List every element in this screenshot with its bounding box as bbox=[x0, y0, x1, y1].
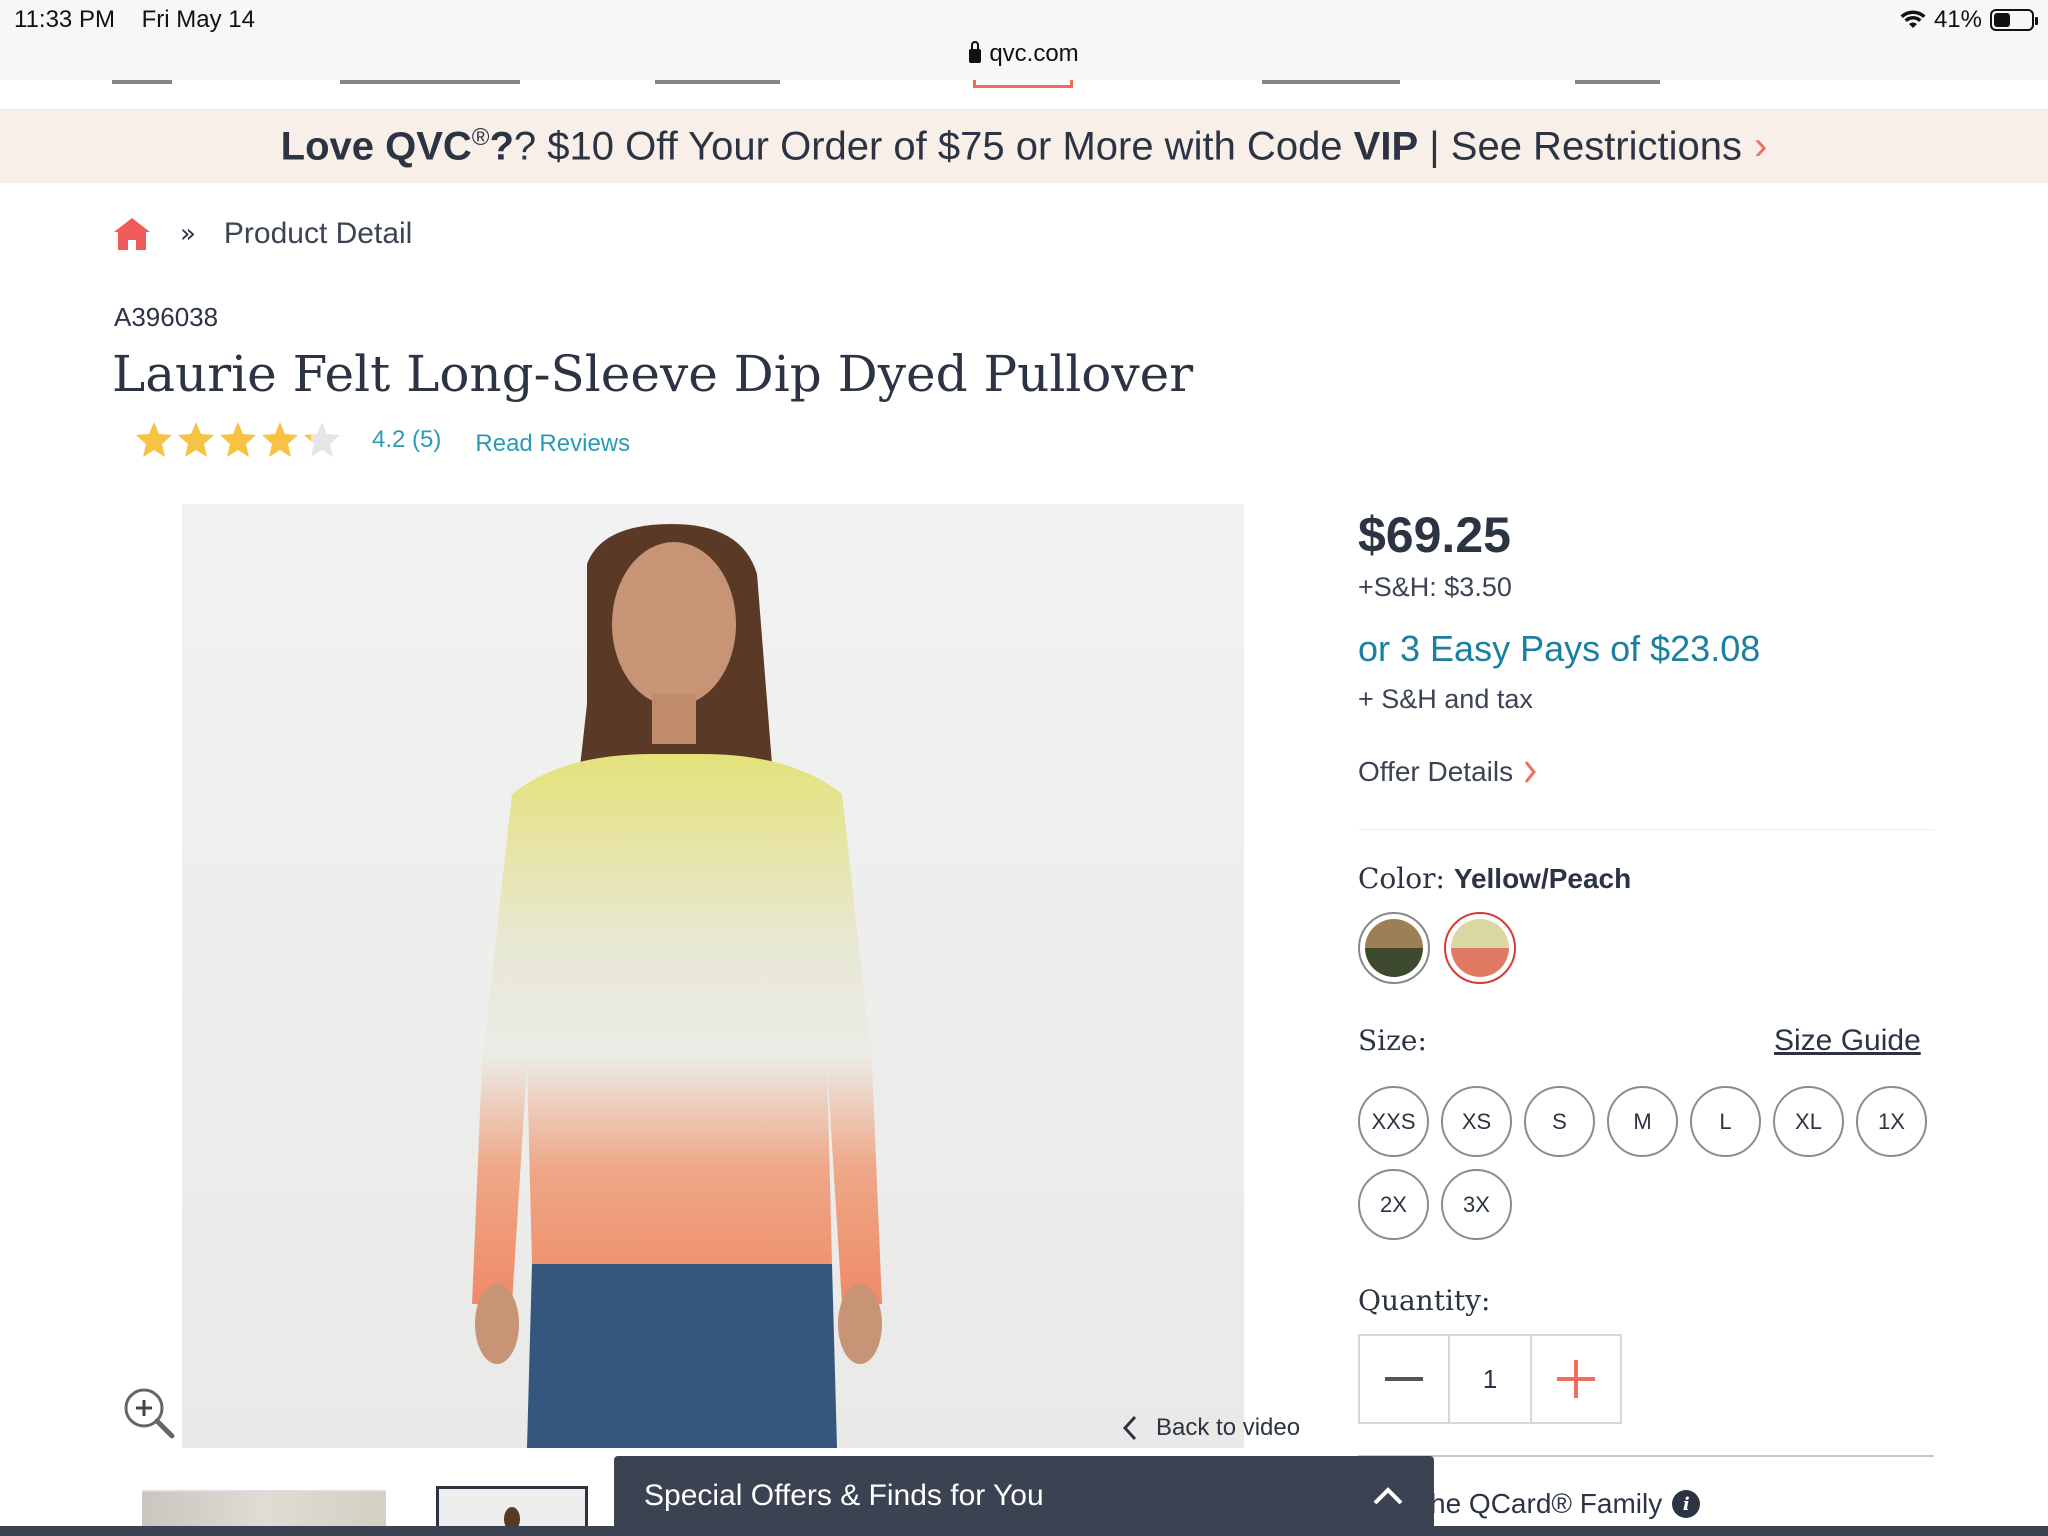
size-guide-link[interactable]: Size Guide bbox=[1774, 1024, 1921, 1058]
star-rating bbox=[134, 420, 342, 460]
plus-icon bbox=[1557, 1360, 1595, 1398]
quantity-label: Quantity: bbox=[1358, 1284, 1491, 1317]
url-bar[interactable]: qvc.com bbox=[0, 40, 2048, 80]
minus-icon bbox=[1385, 1377, 1423, 1381]
increment-button[interactable] bbox=[1532, 1336, 1620, 1422]
breadcrumb-separator: » bbox=[180, 219, 196, 249]
product-rating[interactable]: 4.2 (5) Read Reviews bbox=[134, 420, 630, 460]
url-display[interactable]: qvc.com bbox=[969, 40, 1079, 68]
battery-percent: 41% bbox=[1933, 6, 1982, 33]
product-image[interactable] bbox=[182, 504, 1244, 1448]
offer-details-link[interactable]: Offer Details bbox=[1358, 756, 1537, 788]
special-offers-drawer[interactable]: Special Offers & Finds for You bbox=[614, 1456, 1434, 1536]
nav-active-indicator bbox=[973, 80, 1073, 88]
color-swatch-yellow-peach[interactable] bbox=[1444, 912, 1516, 984]
color-swatch-olive[interactable] bbox=[1358, 912, 1430, 984]
product-sku: A396038 bbox=[114, 302, 219, 332]
bottom-bar bbox=[0, 1526, 2048, 1536]
star-icon bbox=[304, 422, 340, 457]
size-option-3x[interactable]: 3X bbox=[1441, 1169, 1512, 1240]
home-icon[interactable] bbox=[112, 214, 152, 254]
chevron-left-icon bbox=[1122, 1415, 1137, 1441]
size-option-l[interactable]: L bbox=[1690, 1086, 1761, 1157]
battery-icon bbox=[1990, 9, 2038, 31]
back-to-video-label: Back to video bbox=[1156, 1414, 1301, 1441]
star-icon bbox=[136, 422, 172, 457]
size-option-s[interactable]: S bbox=[1524, 1086, 1595, 1157]
model-photo bbox=[472, 524, 882, 1448]
status-right: 41% bbox=[1900, 6, 2038, 34]
color-swatches bbox=[1358, 912, 1516, 984]
top-nav bbox=[0, 80, 2048, 110]
shipping-handling: +S&H: $3.50 bbox=[1358, 572, 1512, 602]
promo-text: Love QVC®?? $10 Off Your Order of $75 or… bbox=[280, 123, 1743, 169]
qcard-label: he QCard® Family bbox=[1430, 1488, 1663, 1519]
date-text: Fri May 14 bbox=[141, 6, 255, 33]
breadcrumb-current: Product Detail bbox=[223, 217, 413, 250]
color-label: Color: Yellow/Peach bbox=[1358, 862, 1632, 895]
quantity-value[interactable]: 1 bbox=[1448, 1336, 1532, 1422]
wifi-icon bbox=[1900, 10, 1926, 28]
product-title: Laurie Felt Long-Sleeve Dip Dyed Pullove… bbox=[112, 345, 1194, 403]
star-icon bbox=[220, 422, 256, 457]
info-icon[interactable]: i bbox=[1672, 1490, 1701, 1518]
size-option-m[interactable]: M bbox=[1607, 1086, 1678, 1157]
read-reviews-link[interactable]: Read Reviews bbox=[475, 430, 630, 458]
size-option-xxs[interactable]: XXS bbox=[1358, 1086, 1429, 1157]
url-text: qvc.com bbox=[989, 40, 1079, 67]
chevron-right-icon: › bbox=[1754, 124, 1768, 168]
divider bbox=[1358, 829, 1934, 830]
size-option-2x[interactable]: 2X bbox=[1358, 1169, 1429, 1240]
selected-color: Yellow/Peach bbox=[1453, 863, 1632, 894]
special-offers-title: Special Offers & Finds for You bbox=[644, 1479, 1044, 1512]
size-option-1x[interactable]: 1X bbox=[1856, 1086, 1927, 1157]
star-icon bbox=[178, 422, 214, 457]
chevron-up-icon[interactable] bbox=[1372, 1486, 1404, 1506]
back-to-video-button[interactable]: Back to video bbox=[1122, 1414, 1300, 1442]
promo-banner[interactable]: Love QVC®?? $10 Off Your Order of $75 or… bbox=[0, 110, 2048, 183]
easy-pay-note: + S&H and tax bbox=[1358, 684, 1533, 714]
star-icon bbox=[262, 422, 298, 457]
size-label: Size: bbox=[1358, 1024, 1427, 1057]
divider bbox=[1358, 1455, 1934, 1457]
size-options: XXS XS S M L XL 1X 2X 3X bbox=[1358, 1086, 1928, 1240]
offer-details-label: Offer Details bbox=[1358, 756, 1514, 787]
lock-icon bbox=[969, 41, 982, 63]
size-option-xl[interactable]: XL bbox=[1773, 1086, 1844, 1157]
breadcrumb: » Product Detail bbox=[112, 214, 412, 254]
time-text: 11:33 PM bbox=[14, 6, 115, 33]
status-time: 11:33 PM Fri May 14 bbox=[14, 6, 255, 34]
product-price: $69.25 bbox=[1358, 507, 1511, 563]
size-option-xs[interactable]: XS bbox=[1441, 1086, 1512, 1157]
chevron-right-icon bbox=[1524, 761, 1537, 783]
qcard-family-link[interactable]: he QCard® Family i bbox=[1430, 1488, 1701, 1520]
quantity-stepper: 1 bbox=[1358, 1334, 1622, 1424]
rating-value: 4.2 (5) bbox=[372, 426, 442, 453]
decrement-button[interactable] bbox=[1360, 1336, 1448, 1422]
zoom-in-icon[interactable] bbox=[120, 1384, 176, 1440]
easy-pay-link[interactable]: or 3 Easy Pays of $23.08 bbox=[1358, 628, 1760, 670]
status-bar: 11:33 PM Fri May 14 41% bbox=[0, 0, 2048, 40]
